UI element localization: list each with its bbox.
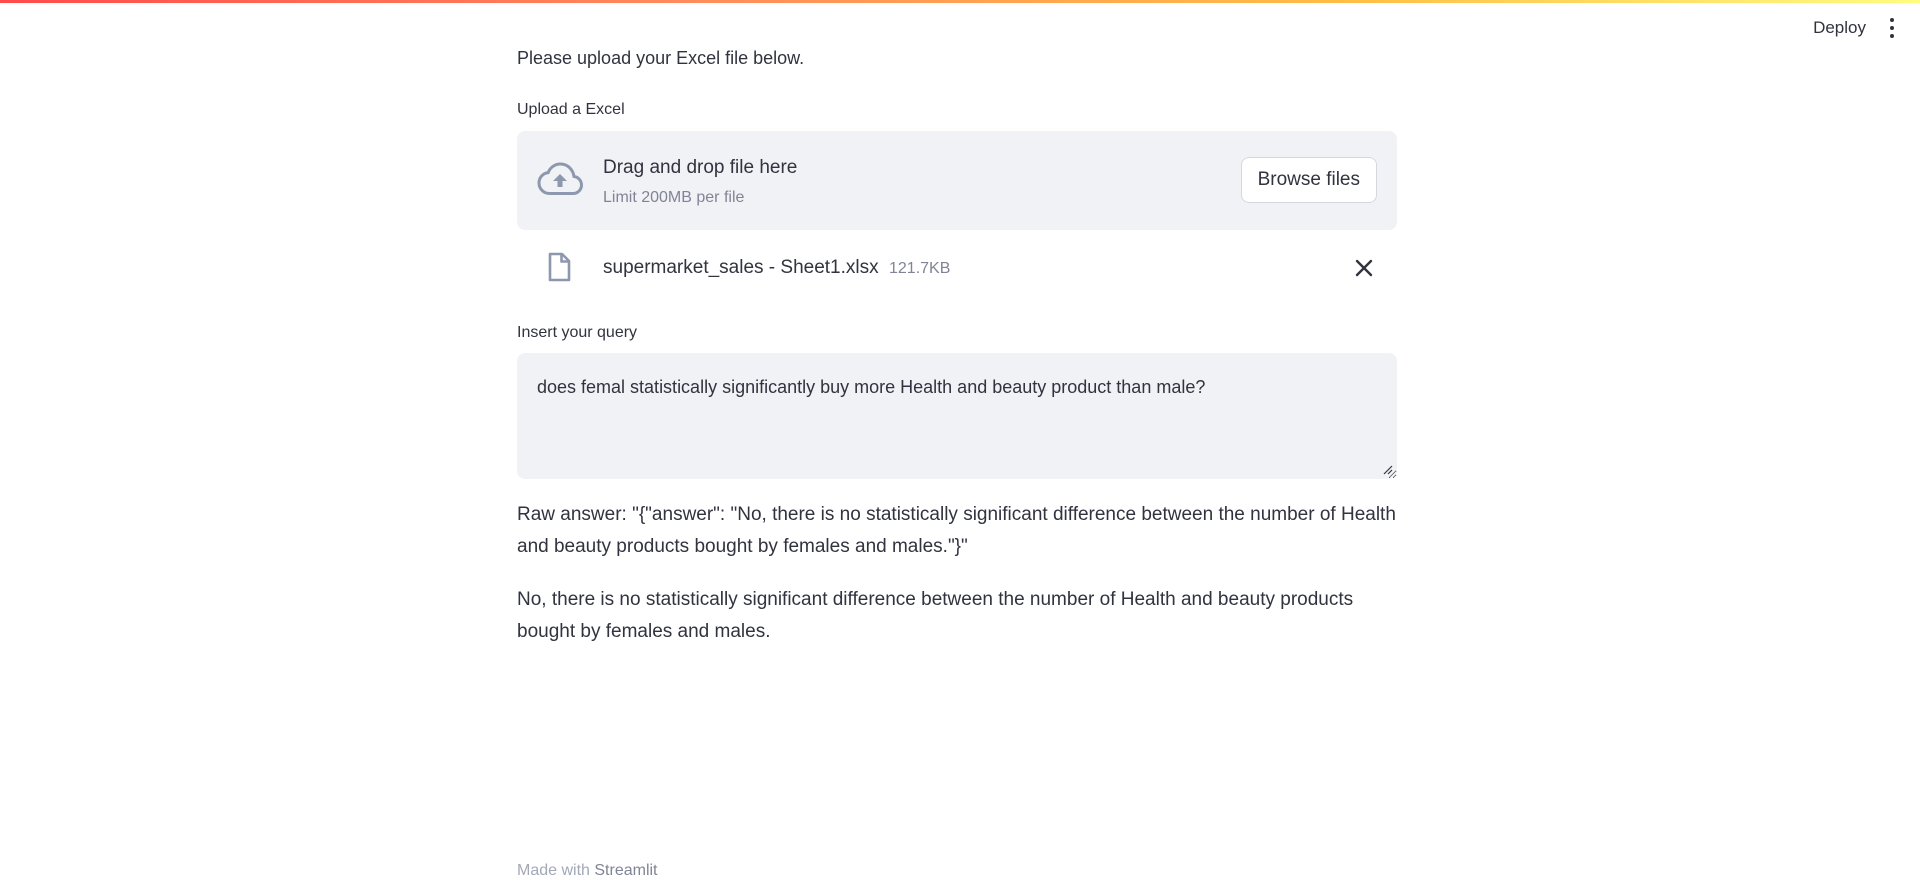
footer: Made with Streamlit	[517, 862, 658, 880]
top-decoration-bar	[0, 0, 1920, 3]
query-label: Insert your query	[517, 324, 638, 341]
uploaded-file-name: supermarket_sales - Sheet1.xlsx	[603, 257, 879, 278]
deploy-button[interactable]: Deploy	[1813, 18, 1866, 38]
raw-answer-text: Raw answer: "{"answer": "No, there is no…	[517, 504, 1396, 557]
answer-text: No, there is no statistically significan…	[517, 589, 1354, 642]
resize-handle-icon[interactable]	[1383, 465, 1393, 475]
cloud-upload-icon	[537, 162, 583, 195]
file-dropzone[interactable]: Drag and drop file here Limit 200MB per …	[517, 131, 1397, 230]
uploaded-file-row: supermarket_sales - Sheet1.xlsx 121.7KB	[517, 248, 1397, 288]
dropzone-title: Drag and drop file here	[603, 157, 798, 178]
uploader-label: Upload a Excel	[517, 101, 625, 118]
intro-text: Please upload your Excel file below.	[517, 48, 805, 68]
kebab-menu-icon[interactable]	[1888, 18, 1896, 38]
streamlit-link[interactable]: Streamlit	[594, 862, 657, 879]
uploaded-file-size: 121.7KB	[889, 260, 951, 277]
dropzone-limit: Limit 200MB per file	[603, 189, 745, 206]
footer-prefix: Made with	[517, 862, 590, 879]
query-input[interactable]: does femal statistically significantly b…	[517, 353, 1397, 479]
file-icon	[548, 252, 571, 282]
browse-files-button[interactable]: Browse files	[1240, 157, 1377, 203]
app-header: Deploy	[1813, 18, 1896, 38]
close-icon[interactable]	[1353, 257, 1375, 279]
